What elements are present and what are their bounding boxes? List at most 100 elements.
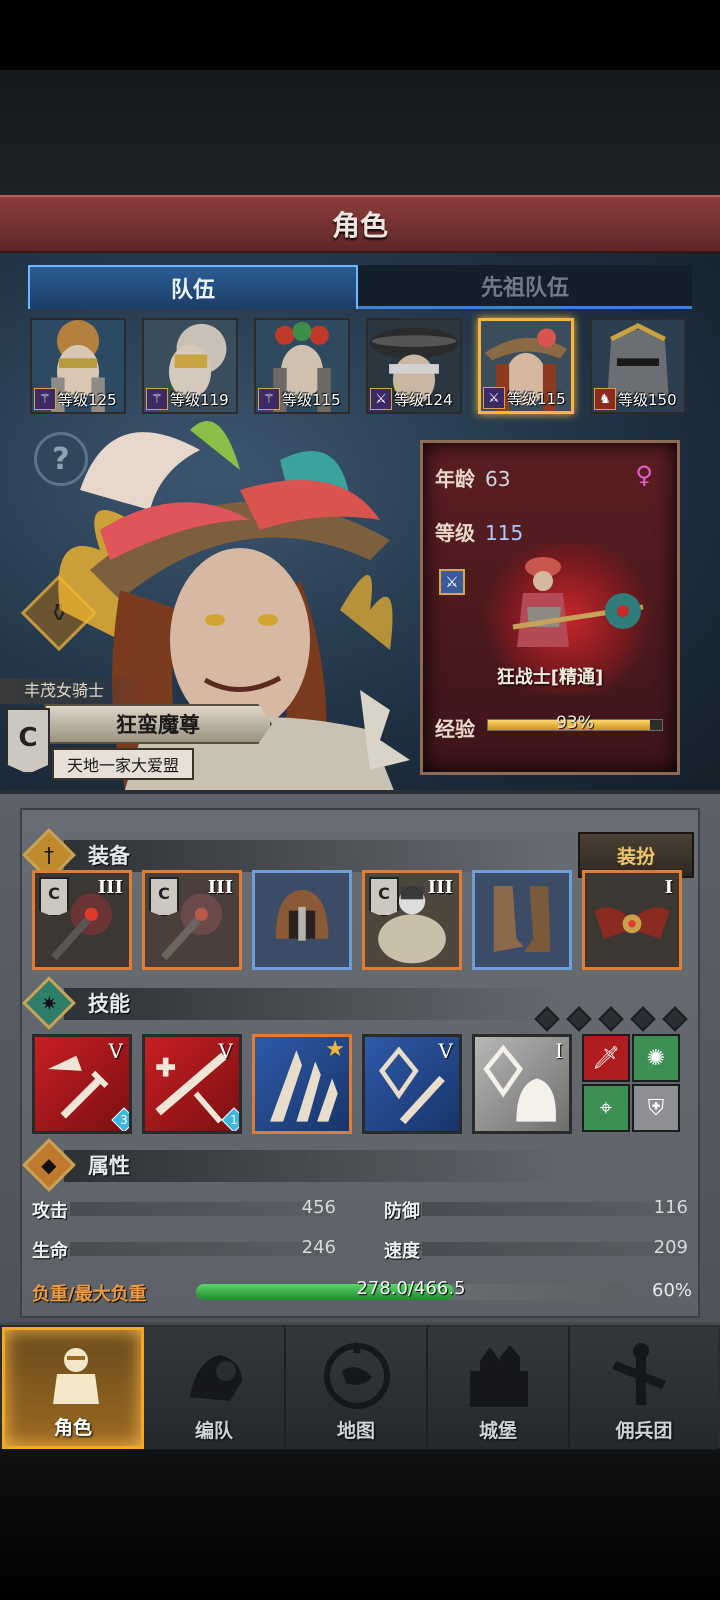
nav-label: 角色 [53,1417,92,1439]
nav-castle[interactable]: 城堡 [428,1327,570,1449]
tier-numeral: III [427,877,453,898]
nav-label: 编队 [194,1420,233,1442]
header-stripe [64,988,564,1020]
hero-info-panel: 年龄 63 ♀ 等级 115 ⚔ 狂战士[精通] 经验 93% [420,440,680,775]
sword-icon: ⚔ [483,387,505,409]
speed-stat: 速度 209 [384,1237,688,1262]
skill-slot[interactable]: ★ [252,1034,352,1134]
berserker-figure-art[interactable] [493,547,653,667]
offhand-slot[interactable]: C III [142,870,242,970]
defense-label: 防御 [384,1201,420,1222]
stat-track [422,1242,682,1256]
tab-ancestor-team[interactable]: 先祖队伍 [358,265,692,309]
mini-skill-sword-icon[interactable]: 🗡 [582,1034,630,1082]
skill-slot[interactable]: V [362,1034,462,1134]
party-level: 等级119 [170,391,229,409]
skills-label: 技能 [88,992,130,1016]
party-member-portrait[interactable]: ⚔ 等级124 [366,318,462,414]
amulet-slot[interactable]: I [582,870,682,970]
nav-label: 佣兵团 [615,1420,673,1442]
load-label: 负重/最大负重 [32,1284,147,1305]
compass-map-icon [324,1341,390,1409]
nav-formation[interactable]: 编队 [144,1327,286,1449]
attack-stat: 攻击 456 [32,1197,336,1222]
guild-name[interactable]: 天地一家大爱盟 [52,748,194,780]
star-icon: ★ [325,1037,345,1062]
mini-skill-glyph: 🗡 [592,1045,620,1071]
mini-skill-glyph: ✺ [646,1045,666,1071]
skill-pip [630,1006,656,1032]
skill-slot[interactable]: V 3 [32,1034,132,1134]
skill-count: 1 [230,1113,238,1127]
stat-track [70,1202,330,1216]
staff-icon: ⚚ [258,388,280,410]
skill-point-pips [532,1006,692,1032]
attributes-header: ◆ 属性 [22,1138,700,1192]
party-member-portrait[interactable]: ⚚ 等级115 [254,318,350,414]
armor-slot[interactable]: C III [362,870,462,970]
tier-numeral: I [555,1039,563,1063]
load-percent: 60% [652,1280,693,1301]
mercenary-icon [612,1343,666,1405]
castle-icon [470,1345,528,1407]
sword-icon: ⚔ [370,388,392,410]
drop-icon: ◆ [22,1138,76,1192]
load-value: 278.0/466.5 [356,1278,466,1299]
party-member-portrait-selected[interactable]: ⚔ 等级115 [478,318,574,414]
bottom-nav: 角色 编队 地图 城堡 佣兵团 [0,1322,720,1449]
nav-character[interactable]: 角色 [2,1327,144,1449]
attack-value: 456 [301,1197,336,1218]
hp-value: 246 [301,1237,336,1258]
status-bar-area [0,0,720,70]
party-level: 等级125 [58,391,117,409]
hp-label: 生命 [32,1241,68,1262]
header-stripe [64,840,564,872]
skill-slot[interactable]: I [472,1034,572,1134]
equipment-label: 装备 [88,844,130,868]
party-member-portrait[interactable]: ⚚ 等级119 [142,318,238,414]
attributes-label: 属性 [88,1154,130,1178]
mini-skill-glyph: ⌖ [599,1095,613,1121]
guild-badge: C [369,877,399,917]
top-backdrop [0,70,720,195]
guild-badge: C [39,877,69,917]
speed-label: 速度 [384,1241,420,1262]
boots-slot[interactable] [472,870,572,970]
party-member-portrait[interactable]: ♞ 等级150 [590,318,686,414]
mini-skill-burst-icon[interactable]: ✺ [632,1034,680,1082]
level-label: 等级 [435,521,475,545]
tab-team[interactable]: 队伍 [28,265,358,309]
tier-numeral: III [97,877,123,898]
nav-label: 地图 [336,1420,375,1442]
skill-pip [534,1006,560,1032]
mini-skill-glyph: ⛨ [647,1095,665,1121]
helmet-slot[interactable] [252,870,352,970]
staff-icon: ⚚ [34,388,56,410]
hero-name: 狂蛮魔尊 [44,704,272,744]
mini-skill-target-icon[interactable]: ⌖ [582,1084,630,1132]
weapon-slot[interactable]: C III [32,870,132,970]
party-level: 等级115 [507,390,566,408]
formation-icon [190,1355,242,1401]
defense-value: 116 [653,1197,688,1218]
party-member-portrait[interactable]: ⚚ 等级125 [30,318,126,414]
beast-icon: ♞ [594,388,616,410]
bottom-backdrop [0,1450,720,1600]
exp-value: 93% [556,713,594,733]
skill-slot[interactable]: V 1 [142,1034,242,1134]
helmet-art [255,873,349,967]
boots-art [475,873,569,967]
nav-map[interactable]: 地图 [286,1327,428,1449]
guild-emblem-icon[interactable]: C [6,708,50,774]
nav-mercenary[interactable]: 佣兵团 [570,1327,718,1449]
header-stripe [64,1150,564,1182]
party-portraits: ⚚ 等级125 ⚚ 等级119 ⚚ 等级115 ⚔ 等级124 ⚔ 等级115 … [30,318,690,414]
star-burst-icon: ✷ [22,976,76,1030]
guild-badge: C [149,877,179,917]
drop-glyph: ◆ [41,1152,57,1177]
mini-skill-shield-icon[interactable]: ⛨ [632,1084,680,1132]
exp-label: 经验 [435,717,475,741]
party-level: 等级115 [282,391,341,409]
tier-numeral: V [108,1039,123,1063]
tier-numeral: I [664,877,673,898]
